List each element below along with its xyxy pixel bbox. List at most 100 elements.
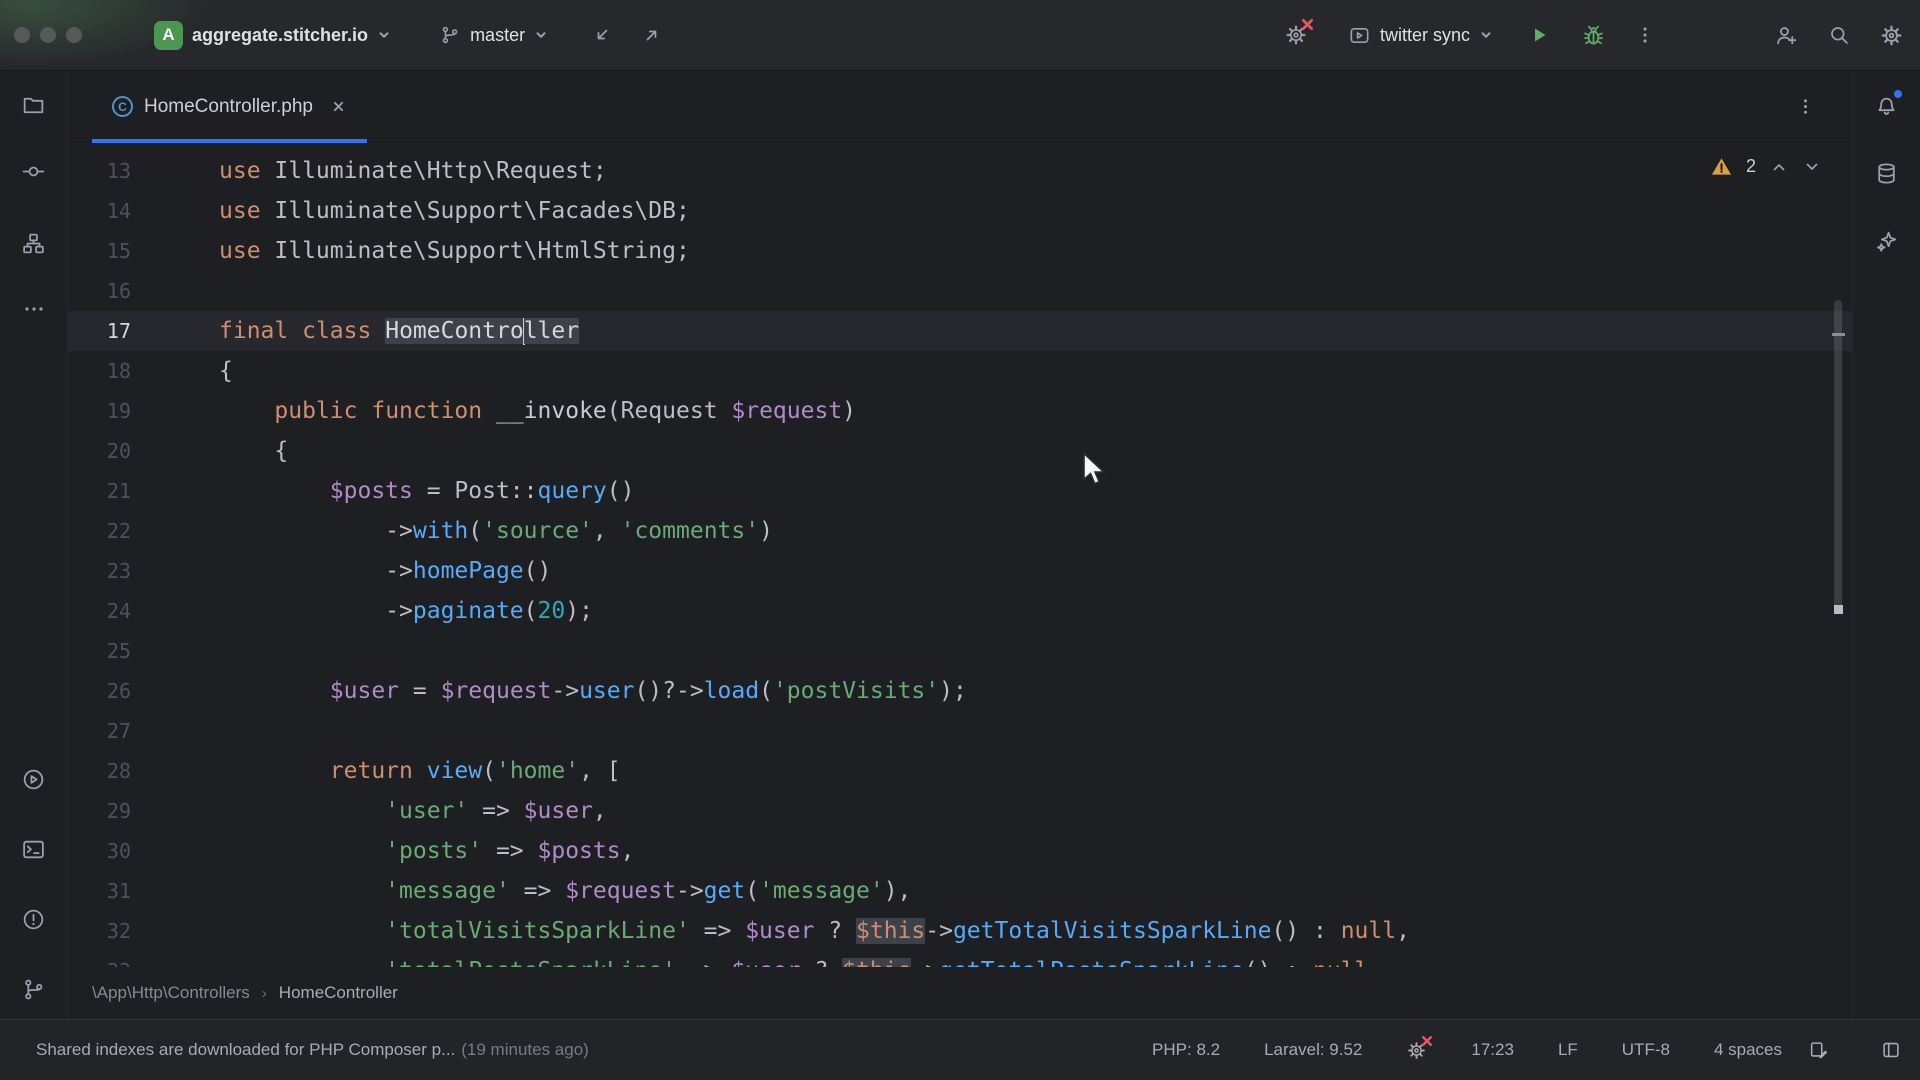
structure-tool-button[interactable] bbox=[12, 221, 56, 265]
previous-problem-icon[interactable] bbox=[1769, 157, 1789, 177]
scrollbar-highlight-mark bbox=[1832, 333, 1845, 336]
indent-widget[interactable]: 4 spaces bbox=[1714, 1040, 1782, 1060]
encoding-widget[interactable]: UTF-8 bbox=[1622, 1040, 1670, 1060]
code-line[interactable]: 21 $posts = Post::query() bbox=[68, 471, 1852, 511]
code-token: { bbox=[219, 438, 288, 464]
code-token: ? bbox=[814, 918, 856, 944]
readonly-toggle-button[interactable] bbox=[1880, 1039, 1902, 1061]
line-number: 20 bbox=[68, 431, 215, 471]
code-line[interactable]: 31 'message' => $request->get('message')… bbox=[68, 871, 1852, 911]
code-line[interactable]: 17final class HomeController bbox=[68, 311, 1852, 351]
code-editor[interactable]: 13use Illuminate\Http\Request;14use Illu… bbox=[68, 143, 1852, 967]
code-text: { bbox=[215, 431, 288, 471]
more-run-actions-button[interactable] bbox=[1634, 24, 1656, 46]
code-token: 'posts' bbox=[385, 838, 482, 864]
run-configuration-widget[interactable]: twitter sync bbox=[1348, 24, 1493, 47]
code-line[interactable]: 24 ->paginate(20); bbox=[68, 591, 1852, 631]
code-line[interactable]: 15use Illuminate\Support\HtmlString; bbox=[68, 231, 1852, 271]
status-message[interactable]: Shared indexes are downloaded for PHP Co… bbox=[0, 1040, 589, 1060]
code-line[interactable]: 18{ bbox=[68, 351, 1852, 391]
line-number: 13 bbox=[68, 151, 215, 191]
code-line[interactable]: 26 $user = $request->user()?->load('post… bbox=[68, 671, 1852, 711]
next-problem-icon[interactable] bbox=[1802, 157, 1822, 177]
code-token: function bbox=[371, 398, 482, 424]
code-line[interactable]: 33 'totalPostsSparkLine' => $user ? $thi… bbox=[68, 951, 1852, 967]
line-number: 32 bbox=[68, 911, 215, 951]
version-control-tool-button[interactable] bbox=[12, 967, 56, 1011]
php-version-widget[interactable]: PHP: 8.2 bbox=[1152, 1040, 1220, 1060]
code-line[interactable]: 29 'user' => $user, bbox=[68, 791, 1852, 831]
editor-tab-bar: C HomeController.php bbox=[68, 71, 1852, 143]
code-token: class bbox=[302, 318, 371, 344]
project-widget[interactable]: A aggregate.stitcher.io bbox=[154, 21, 391, 50]
code-token: -> bbox=[219, 518, 413, 544]
code-token: paginate bbox=[413, 598, 524, 624]
more-tool-windows-button[interactable] bbox=[12, 287, 56, 331]
code-token: final bbox=[219, 318, 288, 344]
inspections-widget[interactable]: 2 bbox=[1710, 155, 1822, 178]
ai-assistant-tool-button[interactable] bbox=[1865, 219, 1909, 263]
search-icon bbox=[1827, 23, 1851, 47]
code-line[interactable]: 25 bbox=[68, 631, 1852, 671]
code-token: ( bbox=[482, 758, 496, 784]
code-token: 20 bbox=[538, 598, 566, 624]
database-tool-button[interactable] bbox=[1865, 151, 1909, 195]
debug-button[interactable] bbox=[1581, 23, 1606, 48]
laravel-version-widget[interactable]: Laravel: 9.52 bbox=[1264, 1040, 1362, 1060]
run-config-name: twitter sync bbox=[1380, 25, 1470, 46]
run-button[interactable] bbox=[1527, 23, 1551, 47]
terminal-tool-button[interactable] bbox=[12, 827, 56, 871]
interpreter-error-widget[interactable] bbox=[1406, 1040, 1427, 1061]
notifications-button[interactable] bbox=[1865, 83, 1909, 127]
code-token: ), bbox=[884, 878, 912, 904]
code-token: getTotalVisitsSparkLine bbox=[953, 918, 1272, 944]
code-line[interactable]: 13use Illuminate\Http\Request; bbox=[68, 151, 1852, 191]
code-token: $request bbox=[441, 678, 552, 704]
play-circle-icon bbox=[21, 767, 46, 792]
push-button[interactable] bbox=[640, 23, 664, 47]
commit-tool-button[interactable] bbox=[12, 149, 56, 193]
code-line[interactable]: 28 return view('home', [ bbox=[68, 751, 1852, 791]
code-text: 'posts' => $posts, bbox=[215, 831, 634, 871]
code-line[interactable]: 30 'posts' => $posts, bbox=[68, 831, 1852, 871]
interpreter-error-button[interactable] bbox=[1284, 23, 1308, 47]
vcs-branch-widget[interactable]: master bbox=[439, 24, 548, 46]
editor-scrollbar[interactable] bbox=[1834, 300, 1842, 614]
code-token: 'message' bbox=[385, 878, 510, 904]
ai-sparkles-icon bbox=[1874, 229, 1899, 254]
zoom-window-button[interactable] bbox=[66, 27, 82, 43]
editor-tab[interactable]: C HomeController.php bbox=[92, 71, 367, 142]
settings-button[interactable] bbox=[1879, 23, 1904, 48]
folder-icon bbox=[21, 93, 46, 118]
close-window-button[interactable] bbox=[14, 27, 30, 43]
code-style-button[interactable] bbox=[1808, 1039, 1830, 1061]
code-line[interactable]: 27 bbox=[68, 711, 1852, 751]
code-line[interactable]: 14use Illuminate\Support\Facades\DB; bbox=[68, 191, 1852, 231]
code-line[interactable]: 23 ->homePage() bbox=[68, 551, 1852, 591]
code-line[interactable]: 22 ->with('source', 'comments') bbox=[68, 511, 1852, 551]
breadcrumb-separator-icon: › bbox=[262, 985, 267, 1002]
code-with-me-button[interactable] bbox=[1774, 23, 1799, 48]
breadcrumb-leaf[interactable]: HomeController bbox=[279, 983, 398, 1003]
code-line[interactable]: 20 { bbox=[68, 431, 1852, 471]
code-token: 'totalVisitsSparkLine' bbox=[385, 918, 690, 944]
breadcrumb-path[interactable]: \App\Http\Controllers bbox=[92, 983, 250, 1003]
line-number: 25 bbox=[68, 631, 215, 671]
minimize-window-button[interactable] bbox=[40, 27, 56, 43]
project-tool-button[interactable] bbox=[12, 83, 56, 127]
code-line[interactable]: 32 'totalVisitsSparkLine' => $user ? $th… bbox=[68, 911, 1852, 951]
caret-position-widget[interactable]: 17:23 bbox=[1471, 1040, 1514, 1060]
services-tool-button[interactable] bbox=[12, 757, 56, 801]
code-token: $posts bbox=[538, 838, 621, 864]
tab-close-button[interactable] bbox=[330, 98, 347, 115]
tab-options-button[interactable] bbox=[1795, 96, 1816, 117]
panel-icon bbox=[1880, 1039, 1902, 1061]
problems-tool-button[interactable] bbox=[12, 897, 56, 941]
code-line[interactable]: 16 bbox=[68, 271, 1852, 311]
code-token: ( bbox=[524, 598, 538, 624]
chevron-down-icon bbox=[377, 28, 391, 42]
line-separator-widget[interactable]: LF bbox=[1558, 1040, 1578, 1060]
code-line[interactable]: 19 public function __invoke(Request $req… bbox=[68, 391, 1852, 431]
search-everywhere-button[interactable] bbox=[1827, 23, 1851, 47]
update-project-button[interactable] bbox=[590, 23, 614, 47]
